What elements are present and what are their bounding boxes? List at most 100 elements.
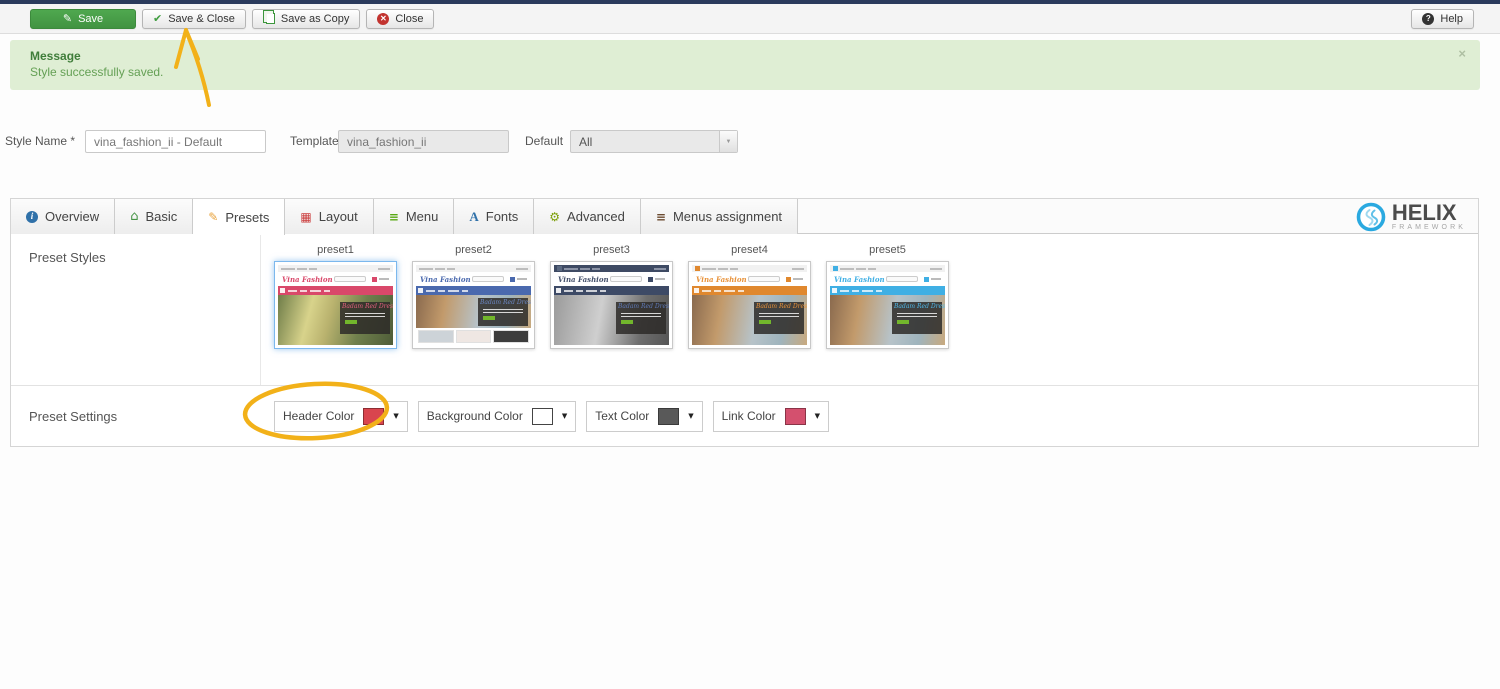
preset1-thumbnail[interactable]: Vina Fashion Badam Red Dress: [274, 261, 397, 349]
mini-navbar: [416, 286, 531, 295]
mini-search: [334, 276, 366, 282]
tab-menu[interactable]: ≡ Menu: [374, 199, 455, 234]
message-close-icon[interactable]: ×: [1458, 46, 1466, 61]
close-icon: ✕: [377, 13, 389, 25]
tab-presets[interactable]: ✎ Presets: [193, 199, 285, 235]
tab-layout[interactable]: ▦ Layout: [285, 199, 373, 234]
style-name-label: Style Name *: [5, 130, 75, 153]
tab-menus-assignment[interactable]: ≡ Menus assignment: [641, 199, 798, 234]
help-label: Help: [1440, 13, 1463, 25]
mini-banner-title: Badam Red Dress: [756, 304, 802, 311]
message-title: Message: [30, 49, 1466, 63]
tab-advanced[interactable]: ⚙ Advanced: [534, 199, 641, 234]
grid-icon: ▦: [300, 211, 311, 223]
background-color-swatch: [532, 408, 553, 425]
save-pencil-icon: ✎: [63, 13, 72, 24]
save-and-close-button[interactable]: ✔ Save & Close: [142, 9, 246, 29]
preset3-thumbnail[interactable]: Vina Fashion Badam Red Dress: [550, 261, 673, 349]
preset-settings-heading: Preset Settings: [11, 409, 261, 424]
preset-option: preset2 Vina Fashion: [412, 244, 535, 349]
help-icon: ?: [1422, 13, 1434, 25]
template-style-panel: i Overview ⌂ Basic ✎ Presets ▦ Layout ≡ …: [10, 198, 1479, 447]
mini-hero: Badam Red Dress: [554, 295, 669, 345]
tab-fonts-label: Fonts: [486, 209, 519, 224]
save-label: Save: [78, 13, 103, 25]
mini-topbar: [830, 265, 945, 272]
mini-logo-row: Vina Fashion: [692, 272, 807, 286]
mini-logo-row: Vina Fashion: [416, 272, 531, 286]
mini-search: [748, 276, 780, 282]
pencil-icon: ✎: [208, 211, 218, 223]
preset-settings-row: Preset Settings Header Color ▼ Backgroun…: [11, 386, 1478, 446]
preset-option: preset4 Vina Fashion: [688, 244, 811, 349]
helix-framework-logo: HELIX FRAMEWORK: [1356, 202, 1466, 232]
mini-cart-icon: [648, 277, 653, 282]
tab-bar: i Overview ⌂ Basic ✎ Presets ▦ Layout ≡ …: [11, 199, 1478, 234]
copy-icon: [266, 13, 275, 24]
mini-search: [886, 276, 918, 282]
mini-brand: Vina Fashion: [834, 276, 885, 283]
help-button[interactable]: ? Help: [1411, 9, 1474, 29]
mini-cart-icon: [924, 277, 929, 282]
mini-logo-row: Vina Fashion: [554, 272, 669, 286]
mini-search: [472, 276, 504, 282]
home-icon: ⌂: [130, 210, 138, 223]
chevron-down-icon: ▼: [719, 131, 737, 152]
default-label: Default: [525, 130, 563, 153]
default-select-value: All: [571, 135, 719, 149]
preset-name: preset2: [412, 244, 535, 256]
mini-button: [621, 320, 633, 324]
mini-button: [345, 320, 357, 324]
default-select[interactable]: All ▼: [570, 130, 738, 153]
mini-navbar: [830, 286, 945, 295]
mini-banner-title: Badam Red Dress: [342, 304, 388, 311]
preset4-thumbnail[interactable]: Vina Fashion Badam Red Dress: [688, 261, 811, 349]
text-color-picker[interactable]: Text Color ▼: [586, 401, 702, 432]
background-color-label: Background Color: [427, 409, 523, 423]
mini-banner-title: Badam Red Dress: [618, 304, 664, 311]
mini-logo-row: Vina Fashion: [830, 272, 945, 286]
style-form-row: Style Name * Template Default All ▼: [0, 130, 1500, 154]
mini-brand: Vina Fashion: [420, 276, 471, 283]
logo-subtitle: FRAMEWORK: [1392, 224, 1466, 231]
preset5-thumbnail[interactable]: Vina Fashion Badam Red Dress: [826, 261, 949, 349]
tab-overview[interactable]: i Overview: [11, 199, 115, 234]
background-color-picker[interactable]: Background Color ▼: [418, 401, 576, 432]
mini-button: [483, 316, 495, 320]
link-color-picker[interactable]: Link Color ▼: [713, 401, 829, 432]
tab-layout-label: Layout: [319, 209, 358, 224]
preset-name: preset3: [550, 244, 673, 256]
mini-navbar: [278, 286, 393, 295]
tab-basic[interactable]: ⌂ Basic: [115, 199, 193, 234]
mini-logo-row: Vina Fashion: [278, 272, 393, 286]
save-and-close-label: Save & Close: [168, 13, 235, 25]
tab-advanced-label: Advanced: [567, 209, 625, 224]
close-button[interactable]: ✕ Close: [366, 9, 434, 29]
save-as-copy-button[interactable]: Save as Copy: [252, 9, 360, 29]
template-input[interactable]: [338, 130, 509, 153]
tab-menus-assignment-label: Menus assignment: [673, 209, 782, 224]
gear-icon: ⚙: [549, 211, 560, 223]
header-color-picker[interactable]: Header Color ▼: [274, 401, 408, 432]
text-color-swatch: [658, 408, 679, 425]
toolbar: ✎ Save ✔ Save & Close Save as Copy ✕ Clo…: [0, 4, 1500, 34]
caret-down-icon: ▼: [688, 412, 693, 420]
close-label: Close: [395, 13, 423, 25]
caret-down-icon: ▼: [815, 412, 820, 420]
preset-name: preset5: [826, 244, 949, 256]
logo-title: HELIX: [1392, 203, 1466, 224]
mini-cart-icon: [786, 277, 791, 282]
preset2-thumbnail[interactable]: Vina Fashion Badam Red Dress: [412, 261, 535, 349]
mini-banner-title: Badam Red Dress: [480, 300, 526, 307]
mini-button: [897, 320, 909, 324]
tab-menu-label: Menu: [406, 209, 439, 224]
success-message: Message Style successfully saved. ×: [10, 40, 1480, 90]
preset-option: preset5 Vina Fashion: [826, 244, 949, 349]
save-button[interactable]: ✎ Save: [30, 9, 136, 29]
preset-styles-heading: Preset Styles: [11, 234, 261, 385]
style-name-input[interactable]: [85, 130, 266, 153]
tab-fonts[interactable]: A Fonts: [454, 199, 534, 234]
list-icon: ≡: [656, 211, 666, 223]
tab-basic-label: Basic: [145, 209, 177, 224]
preset-thumbnails: preset1 Vina Fashion: [261, 234, 1478, 385]
